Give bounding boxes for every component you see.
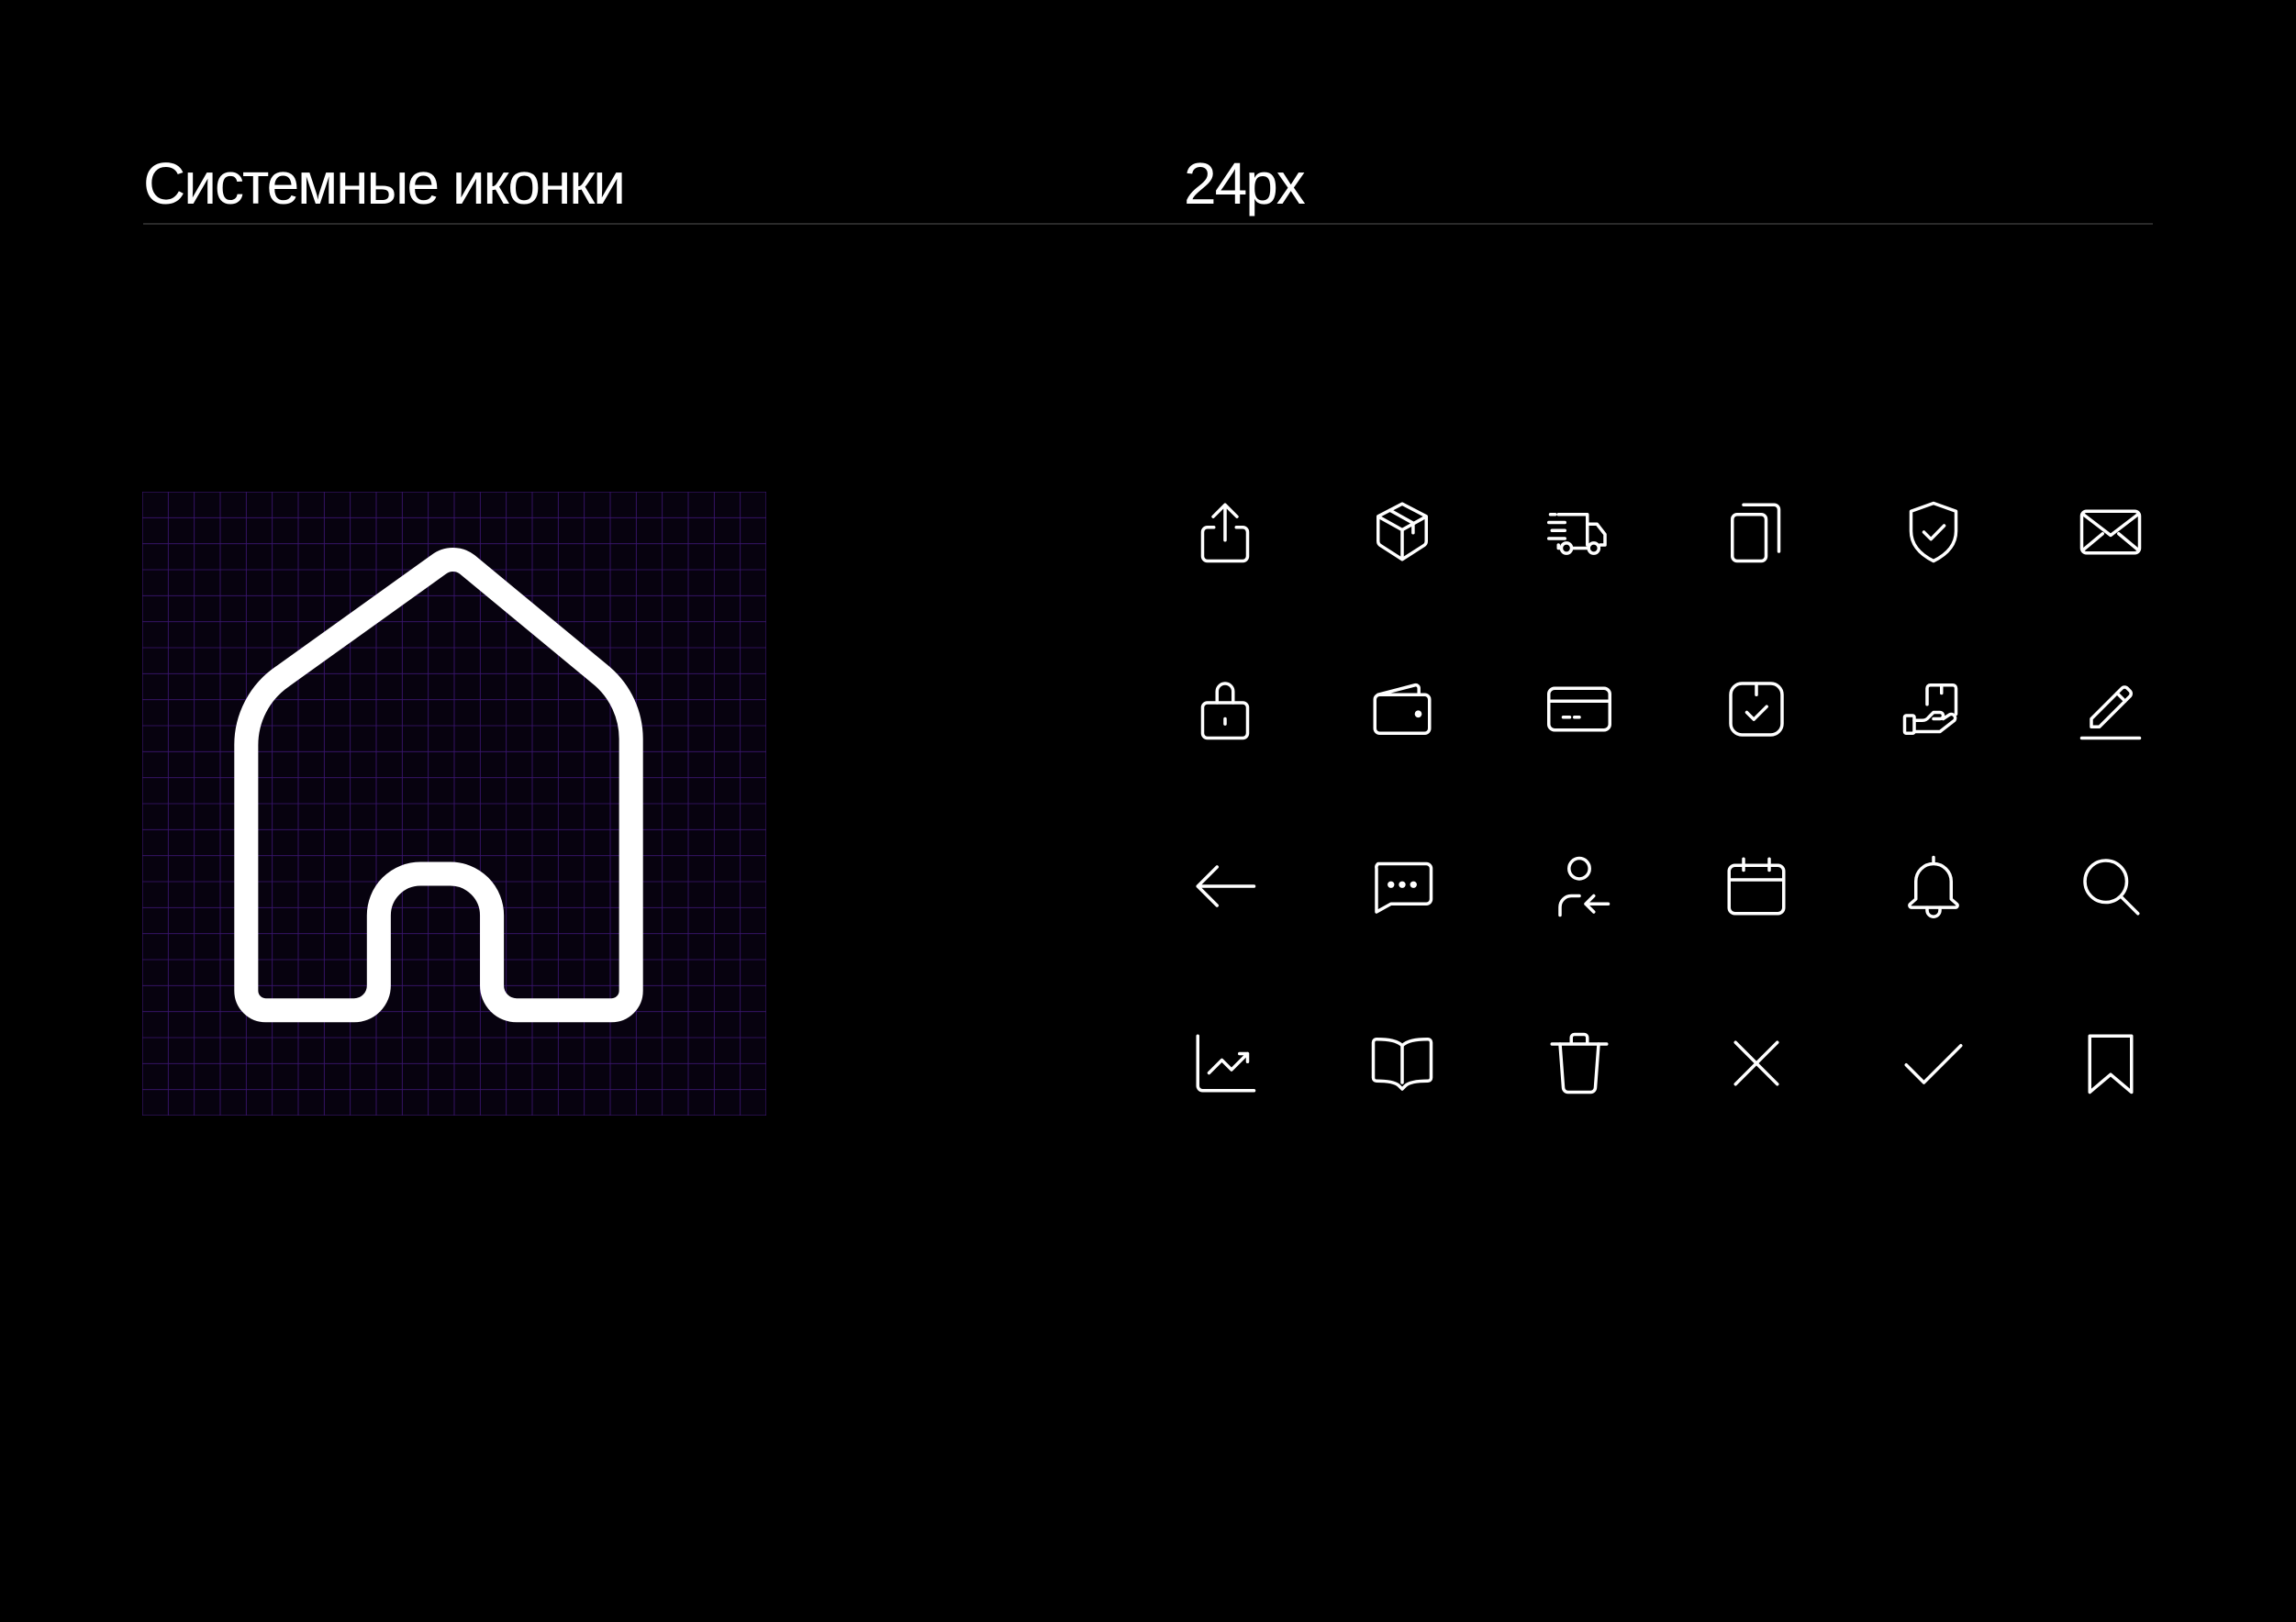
chat-icon xyxy=(1358,842,1446,930)
header-divider xyxy=(143,223,2153,225)
arrow-left-icon xyxy=(1181,842,1269,930)
box-icon xyxy=(1358,488,1446,576)
copy-icon xyxy=(1712,488,1800,576)
close-icon xyxy=(1712,1019,1800,1107)
icon-grid xyxy=(1181,488,2155,1107)
bookmark-icon xyxy=(2067,1019,2155,1107)
home-icon xyxy=(142,492,766,1116)
hero-icon-preview xyxy=(142,492,766,1116)
hand-package-icon xyxy=(1889,665,1978,753)
search-icon xyxy=(2067,842,2155,930)
upload-icon xyxy=(1181,488,1269,576)
wallet-icon xyxy=(1358,665,1446,753)
order-check-icon xyxy=(1712,665,1800,753)
mail-icon xyxy=(2067,488,2155,576)
user-transfer-icon xyxy=(1535,842,1623,930)
lock-icon xyxy=(1181,665,1269,753)
pencil-icon xyxy=(2067,665,2155,753)
chart-icon xyxy=(1181,1019,1269,1107)
shield-check-icon xyxy=(1889,488,1978,576)
check-icon xyxy=(1889,1019,1978,1107)
book-icon xyxy=(1358,1019,1446,1107)
bell-icon xyxy=(1889,842,1978,930)
page-title: Системные иконки xyxy=(143,150,626,217)
trash-icon xyxy=(1535,1019,1623,1107)
size-label: 24px xyxy=(1184,150,1306,217)
calendar-icon xyxy=(1712,842,1800,930)
delivery-truck-icon xyxy=(1535,488,1623,576)
credit-card-icon xyxy=(1535,665,1623,753)
